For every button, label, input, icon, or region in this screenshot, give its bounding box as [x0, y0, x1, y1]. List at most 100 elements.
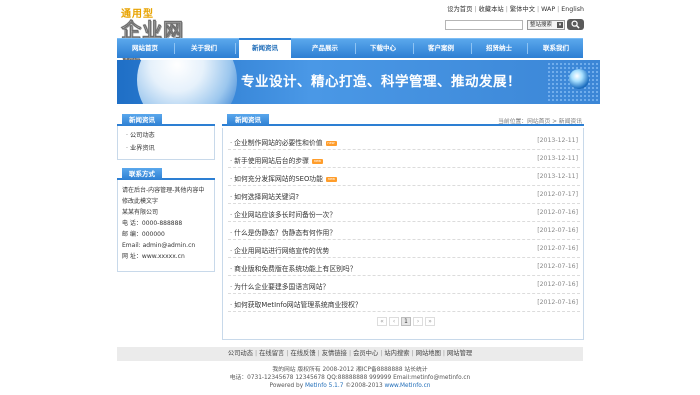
new-badge: new [325, 176, 337, 182]
bookmark-link[interactable]: 收藏本站 [479, 6, 504, 13]
news-title[interactable]: 企业用网站进行网络宣传的优势 [234, 247, 329, 255]
metinfo-version-link[interactable]: MetInfo 5.1.7 [305, 383, 343, 389]
sidebar-item-industry-news[interactable]: · 业界资讯 [118, 142, 214, 155]
contact-email[interactable]: Email: admin@admin.cn [118, 240, 214, 251]
news-date: [2013-12-11] [537, 173, 578, 180]
powered-by-line: Powered by MetInfo 5.1.7 ©2008-2013 www.… [117, 382, 583, 390]
contact-note: 请在后台-内容管理-其他内容中 [122, 187, 205, 194]
news-list-header: 新闻资讯 当前位置：网站首页 > 新闻资讯 [222, 114, 584, 126]
metinfo-site-link[interactable]: www.MetInfo.cn [385, 383, 431, 389]
top-links: 设为首页 | 收藏本站 | 繁体中文 | WAP | English [447, 6, 584, 13]
chevron-down-icon: ▾ [557, 22, 563, 28]
footer-link-sitemap[interactable]: 网站地图 [416, 350, 441, 357]
list-item[interactable]: · 新手使用网站后台的步骤 new [2013-12-11] [228, 150, 580, 168]
nav-home[interactable]: 网站首页 [119, 39, 171, 58]
traditional-chinese-link[interactable]: 繁体中文 [510, 6, 535, 13]
news-date: [2013-12-11] [537, 137, 578, 144]
news-category-header: 新闻资讯 [117, 114, 215, 126]
footer-info: 我的网站 版权所有 2008-2012 湘ICP备8888888 站长统计 电话… [117, 366, 583, 390]
footer-link-friend-links[interactable]: 友情链接 [322, 350, 347, 357]
footer-link-site-search[interactable]: 站内搜索 [384, 350, 409, 357]
search-input[interactable] [445, 20, 523, 30]
footer-link-guestbook[interactable]: 在线留言 [259, 350, 284, 357]
english-link[interactable]: English [561, 6, 584, 13]
search-button[interactable] [567, 19, 584, 30]
globe-orb-icon [569, 69, 589, 89]
footer-link-company-news[interactable]: 公司动态 [228, 350, 253, 357]
news-category-box: 新闻资讯 · 公司动态 · 业界资讯 [117, 114, 215, 160]
site-logo[interactable]: 通用型 企业网站 [121, 5, 201, 71]
new-badge: new [325, 140, 337, 146]
news-title[interactable]: 为什么企业要建多国语言网站？ [234, 283, 329, 291]
footer-nav: 公司动态 | 在线留言 | 在线反馈 | 友情链接 | 会员中心 | 站内搜索 | 网站地图 | 网站管理 [117, 347, 583, 361]
contact-header: 联系方式 [117, 168, 215, 180]
list-item[interactable]: · 商业版和免费版在系统功能上有区别吗？ [2012-07-16] [228, 258, 580, 276]
list-item[interactable]: · 什么是伪静态？伪静态有何作用？ [2012-07-16] [228, 222, 580, 240]
list-item[interactable]: · 如何选择网站关键词? [2012-07-17] [228, 186, 580, 204]
next-page-button[interactable]: › [413, 317, 423, 326]
hero-banner: 专业设计、精心打造、科学管理、推动发展！ [117, 60, 600, 104]
search-icon [571, 20, 580, 29]
list-item[interactable]: · 如何充分发挥网站的SEO功能 new [2013-12-11] [228, 168, 580, 186]
news-title[interactable]: 如何充分发挥网站的SEO功能 [234, 175, 323, 183]
news-title[interactable]: 商业版和免费版在系统功能上有区别吗？ [234, 265, 356, 273]
contact-website[interactable]: 网 址：www.xxxxx.cn [118, 251, 214, 262]
news-title[interactable]: 新手使用网站后台的步骤 [234, 157, 309, 165]
nav-news[interactable]: 新闻资讯 [239, 38, 291, 59]
search-scope-select[interactable]: 整站搜索 ▾ [527, 20, 565, 30]
new-badge: new [311, 158, 323, 164]
contact-company: 某某有限公司 [122, 209, 159, 216]
sidebar-item-label: 业界资讯 [129, 145, 155, 152]
sidebar-item-company-news[interactable]: · 公司动态 [118, 129, 214, 142]
nav-products[interactable]: 产品展示 [297, 39, 353, 58]
news-title[interactable]: 如何选择网站关键词? [234, 193, 299, 201]
last-page-button[interactable]: » [425, 317, 435, 326]
contact-note-2: 修改此模文字 [122, 198, 159, 205]
list-item[interactable]: · 企业网站应该多长时间备份一次？ [2012-07-16] [228, 204, 580, 222]
wap-link[interactable]: WAP [541, 6, 555, 13]
list-item[interactable]: · 如何获取MetInfo网站管理系统商业授权？ [2012-07-16] [228, 294, 580, 312]
news-list-title: 新闻资讯 [227, 114, 269, 126]
nav-downloads[interactable]: 下载中心 [357, 39, 409, 58]
copyright-line: 我的网站 版权所有 2008-2012 湘ICP备8888888 站长统计 [272, 367, 428, 373]
news-date: [2012-07-16] [537, 281, 578, 288]
contact-line: 电话：0731-12345678 12345678 QQ:88888888 99… [229, 375, 471, 381]
nav-about[interactable]: 关于我们 [177, 39, 231, 58]
news-date: [2012-07-16] [537, 299, 578, 306]
banner-slogan: 专业设计、精心打造、科学管理、推动发展！ [241, 74, 521, 90]
copyright-years: ©2008-2013 [343, 383, 385, 389]
main-nav: 网站首页 关于我们 新闻资讯 产品展示 下载中心 客户案例 招贤纳士 联系我们 [117, 38, 583, 59]
contact-postcode: 邮 编：000000 [122, 231, 165, 238]
powered-by-label: Powered by [269, 383, 305, 389]
news-title[interactable]: 如何获取MetInfo网站管理系统商业授权？ [234, 301, 362, 309]
list-item[interactable]: · 企业制作网站的必要性和价值 new [2013-12-11] [228, 132, 580, 150]
news-list: · 企业制作网站的必要性和价值 new [2013-12-11] · 新手使用网站后台… [222, 128, 584, 340]
footer-link-admin[interactable]: 网站管理 [447, 350, 472, 357]
news-title[interactable]: 企业制作网站的必要性和价值 [234, 139, 322, 147]
globe-image [137, 60, 237, 104]
list-item[interactable]: · 为什么企业要建多国语言网站？ [2012-07-16] [228, 276, 580, 294]
prev-page-button[interactable]: ‹ [389, 317, 399, 326]
current-page[interactable]: 1 [401, 317, 411, 326]
news-category-title: 新闻资讯 [122, 114, 162, 126]
search-scope-value: 整站搜索 [530, 22, 553, 28]
news-date: [2012-07-16] [537, 245, 578, 252]
first-page-button[interactable]: « [377, 317, 387, 326]
pagination: «‹ 1 ›» [377, 317, 437, 326]
footer-link-feedback[interactable]: 在线反馈 [290, 350, 315, 357]
news-date: [2012-07-16] [537, 263, 578, 270]
news-title[interactable]: 企业网站应该多长时间备份一次？ [234, 211, 336, 219]
contact-box: 联系方式 请在后台-内容管理-其他内容中 修改此模文字 某某有限公司 电 话：0… [117, 168, 215, 272]
contact-info: 请在后台-内容管理-其他内容中 修改此模文字 某某有限公司 电 话：0000-8… [117, 180, 215, 272]
contact-title: 联系方式 [122, 168, 162, 180]
nav-contact[interactable]: 联系我们 [529, 39, 583, 58]
set-homepage-link[interactable]: 设为首页 [447, 6, 472, 13]
nav-jobs[interactable]: 招贤纳士 [473, 39, 525, 58]
contact-phone: 电 话：0000-888888 [122, 220, 183, 227]
list-item[interactable]: · 企业用网站进行网络宣传的优势 [2012-07-16] [228, 240, 580, 258]
news-date: [2012-07-16] [537, 227, 578, 234]
nav-cases[interactable]: 客户案例 [415, 39, 467, 58]
news-date: [2013-12-11] [537, 155, 578, 162]
footer-link-member-center[interactable]: 会员中心 [353, 350, 378, 357]
news-title[interactable]: 什么是伪静态？伪静态有何作用？ [234, 229, 336, 237]
